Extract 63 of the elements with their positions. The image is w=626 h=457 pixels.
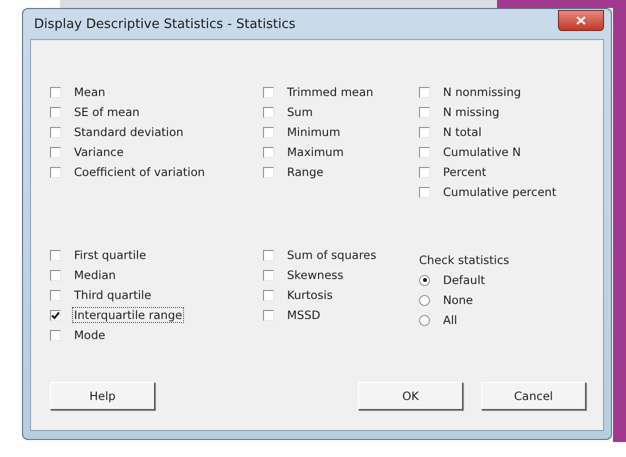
checkbox-label[interactable]: Median	[73, 268, 117, 282]
help-button[interactable]: Help	[50, 382, 155, 410]
checkbox-label[interactable]: MSSD	[286, 308, 322, 322]
checkbox-label[interactable]: Coefficient of variation	[73, 165, 206, 179]
checkbox[interactable]	[50, 250, 61, 260]
checkbox-label[interactable]: SE of mean	[73, 105, 141, 119]
checkbox[interactable]	[263, 106, 274, 118]
checkbox[interactable]	[263, 86, 274, 98]
checkbox[interactable]	[263, 250, 274, 260]
checkbox-label[interactable]: Variance	[73, 145, 125, 159]
checkbox-label[interactable]: Interquartile range	[73, 308, 184, 322]
checkbox[interactable]	[263, 290, 274, 300]
checkbox-label[interactable]: Sum of squares	[286, 248, 378, 262]
checkbox[interactable]	[50, 290, 61, 300]
checkbox-label[interactable]: N missing	[442, 105, 500, 119]
checkbox[interactable]	[50, 86, 61, 98]
radio-button[interactable]	[419, 314, 430, 326]
radio-label[interactable]: Default	[442, 273, 486, 287]
checkbox[interactable]	[50, 106, 61, 118]
checkbox-label[interactable]: Standard deviation	[73, 125, 184, 139]
checkbox-label[interactable]: Percent	[442, 165, 488, 179]
radio-label[interactable]: All	[442, 313, 458, 327]
checkbox[interactable]	[419, 186, 430, 198]
checkbox-label[interactable]: Sum	[286, 105, 314, 119]
checkbox-label[interactable]: Third quartile	[73, 288, 152, 302]
radio-label[interactable]: None	[442, 293, 474, 307]
checkbox[interactable]	[263, 146, 274, 158]
radio-button[interactable]	[419, 294, 430, 306]
checkbox[interactable]	[50, 146, 61, 158]
dialog-button[interactable]: Cancel	[481, 382, 586, 410]
close-icon	[576, 16, 586, 24]
close-button[interactable]	[558, 10, 604, 30]
checkbox-label[interactable]: Cumulative percent	[442, 185, 558, 199]
window-title: Display Descriptive Statistics - Statistics	[34, 16, 296, 32]
checkbox[interactable]	[263, 166, 274, 178]
checkbox-label[interactable]: N total	[442, 125, 483, 139]
dialog-button[interactable]: OK	[358, 382, 463, 410]
checkbox-label[interactable]: Maximum	[286, 145, 345, 159]
group-label: Check statistics	[419, 252, 510, 269]
checkbox-label[interactable]: Trimmed mean	[286, 85, 374, 99]
checkbox[interactable]	[50, 166, 61, 178]
checkbox[interactable]	[263, 310, 274, 320]
checkbox[interactable]	[419, 86, 430, 98]
checkbox[interactable]	[419, 126, 430, 138]
checkbox[interactable]	[263, 270, 274, 280]
checkbox-label[interactable]: Mode	[73, 328, 106, 342]
checkbox[interactable]	[50, 310, 61, 320]
checkbox-label[interactable]: Skewness	[286, 268, 344, 282]
checkbox[interactable]	[50, 126, 61, 138]
checkbox-label[interactable]: N nonmissing	[442, 85, 522, 99]
checkbox[interactable]	[419, 106, 430, 118]
checkbox[interactable]	[419, 166, 430, 178]
radio-button[interactable]	[419, 274, 430, 286]
checkbox[interactable]	[50, 270, 61, 280]
checkbox[interactable]	[419, 146, 430, 158]
checkbox-label[interactable]: Minimum	[286, 125, 342, 139]
checkbox-label[interactable]: Cumulative N	[442, 145, 522, 159]
checkbox-label[interactable]: Range	[286, 165, 324, 179]
checkbox[interactable]	[50, 330, 61, 340]
checkbox-label[interactable]: Kurtosis	[286, 288, 334, 302]
checkbox-label[interactable]: Mean	[73, 85, 106, 99]
checkbox-label[interactable]: First quartile	[73, 248, 148, 262]
checkbox[interactable]	[263, 126, 274, 138]
